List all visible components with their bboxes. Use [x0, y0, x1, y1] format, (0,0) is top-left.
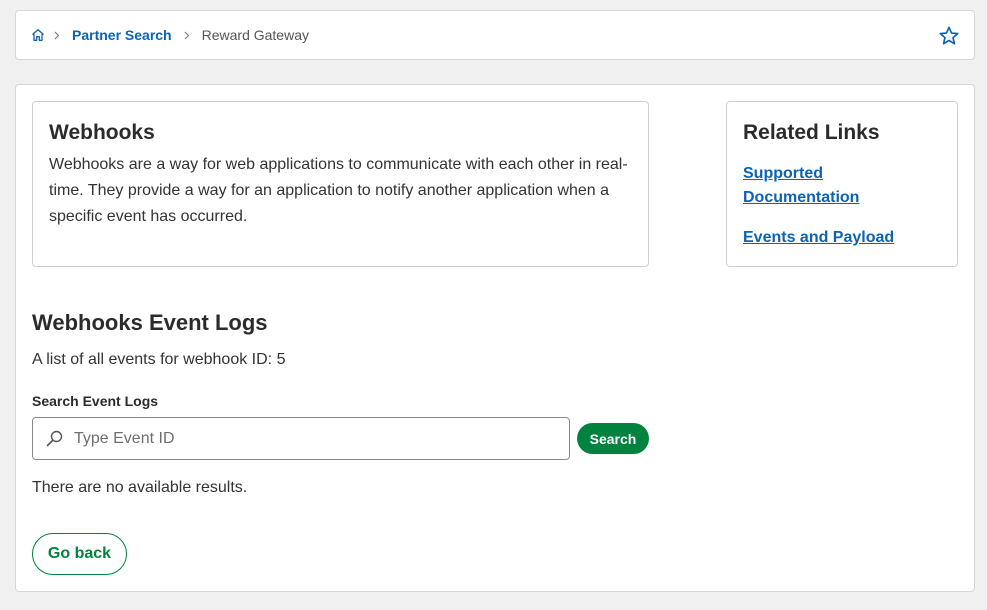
go-back-button[interactable]: Go back	[32, 533, 127, 575]
event-logs-heading: Webhooks Event Logs	[32, 310, 268, 335]
search-button[interactable]: Search	[577, 423, 649, 454]
chevron-right-icon	[176, 27, 198, 43]
events-and-payload-link[interactable]: Events and Payload	[743, 226, 941, 250]
home-icon[interactable]	[30, 27, 46, 43]
breadcrumb-partner-search[interactable]: Partner Search	[68, 27, 176, 43]
breadcrumb: Partner Search Reward Gateway	[15, 10, 975, 60]
search-field[interactable]	[32, 417, 570, 460]
chevron-right-icon	[46, 27, 68, 43]
breadcrumb-current-page: Reward Gateway	[201, 27, 309, 43]
supported-documentation-link[interactable]: Supported Documentation	[743, 162, 941, 210]
webhooks-info-card: Webhooks Webhooks are a way for web appl…	[32, 101, 649, 267]
webhooks-description: Webhooks are a way for web applications …	[49, 156, 628, 225]
related-links-heading: Related Links	[743, 121, 880, 144]
star-icon[interactable]	[937, 24, 961, 48]
event-logs-description: A list of all events for webhook ID: 5	[32, 351, 286, 368]
related-links-card: Related Links Supported Documentation Ev…	[726, 101, 958, 267]
webhooks-heading: Webhooks	[49, 121, 155, 144]
search-event-logs-label: Search Event Logs	[32, 393, 159, 409]
empty-results-message: There are no available results.	[32, 479, 248, 496]
search-input[interactable]	[74, 429, 554, 448]
main-panel: Webhooks Webhooks are a way for web appl…	[15, 84, 975, 592]
search-icon	[45, 430, 63, 448]
